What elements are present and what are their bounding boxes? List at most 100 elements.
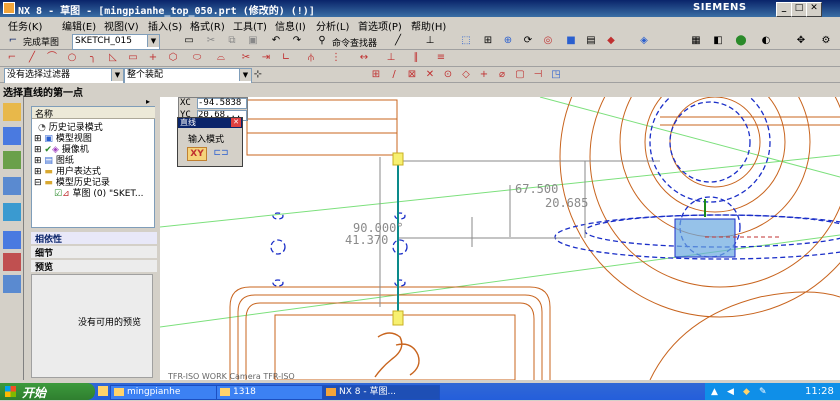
roles-icon[interactable] bbox=[3, 275, 21, 293]
auto-constraint-icon[interactable]: ∥ bbox=[410, 52, 422, 64]
visibility-icon[interactable]: ◧ bbox=[712, 35, 724, 47]
line-tool-icon[interactable]: ╱ bbox=[392, 35, 404, 47]
snap-point-icon[interactable]: + bbox=[478, 69, 490, 81]
line-icon[interactable]: ╱ bbox=[26, 52, 38, 64]
circle-icon[interactable]: ○ bbox=[66, 52, 78, 64]
pattern-icon[interactable]: ⋮ bbox=[330, 52, 342, 64]
close-button[interactable]: ✕ bbox=[806, 2, 822, 17]
system-materials-icon[interactable] bbox=[3, 253, 21, 271]
fit-icon[interactable]: ⊞ bbox=[482, 35, 494, 47]
select-all-icon[interactable]: ⊹ bbox=[252, 69, 264, 81]
offset-icon[interactable]: ⌓ bbox=[215, 52, 227, 64]
paste-icon[interactable]: ▣ bbox=[247, 35, 259, 47]
xy-mode-button[interactable]: XY bbox=[187, 147, 207, 161]
parameter-mode-button[interactable]: ⊏⊐ bbox=[211, 147, 231, 161]
endpoint-marker[interactable] bbox=[392, 310, 404, 326]
shaded-icon[interactable]: ■ bbox=[565, 35, 577, 47]
dimension-icon[interactable]: ↔ bbox=[358, 52, 370, 64]
minimize-button[interactable]: _ bbox=[776, 2, 792, 17]
dimension-text[interactable]: 20.685 bbox=[545, 196, 588, 210]
corner-icon[interactable]: ∟ bbox=[280, 52, 292, 64]
dimension-text[interactable]: 67.500 bbox=[515, 182, 558, 196]
show-constraints-icon[interactable]: ≡ bbox=[435, 52, 447, 64]
render-icon[interactable]: ◆ bbox=[605, 35, 617, 47]
trim-icon[interactable]: ✂ bbox=[240, 52, 252, 64]
menu-insert[interactable]: 插入(S) bbox=[148, 18, 182, 33]
rotate-icon[interactable]: ⟳ bbox=[522, 35, 534, 47]
navigator-pin-icon[interactable]: ▸ bbox=[146, 97, 150, 106]
menu-task[interactable]: 任务(K) bbox=[8, 18, 42, 33]
cut-icon[interactable]: ✂ bbox=[205, 35, 217, 47]
chamfer-icon[interactable]: ◺ bbox=[107, 52, 119, 64]
command-finder-icon[interactable]: ⚲ bbox=[316, 35, 328, 47]
settings-icon[interactable]: ⚙ bbox=[820, 35, 832, 47]
taskbar-item-1318[interactable]: 1318 bbox=[216, 385, 334, 400]
menu-tools[interactable]: 工具(T) bbox=[233, 18, 267, 33]
finish-sketch-icon[interactable]: ⌐ bbox=[7, 35, 19, 47]
snap-tangent-icon[interactable]: ⊣ bbox=[532, 69, 544, 81]
ellipse-icon[interactable]: ⬭ bbox=[191, 52, 203, 64]
menu-edit[interactable]: 编辑(E) bbox=[62, 18, 96, 33]
taskbar-item-mingpianhe[interactable]: mingpianhe bbox=[110, 385, 228, 400]
snap-quadrant-icon[interactable]: ◇ bbox=[460, 69, 472, 81]
start-button[interactable]: 开始 bbox=[0, 383, 95, 400]
snap-bounded-icon[interactable]: ◳ bbox=[550, 69, 562, 81]
section-preview[interactable]: 预览 bbox=[31, 260, 157, 273]
menu-analysis[interactable]: 分析(L) bbox=[316, 18, 349, 33]
arc-icon[interactable]: ⌒ bbox=[46, 52, 58, 64]
input-method-icon[interactable]: ✎ bbox=[759, 387, 767, 397]
xc-input[interactable]: -94.5838 bbox=[197, 98, 247, 109]
volume-icon[interactable]: ◀ bbox=[727, 387, 734, 397]
section-icon[interactable]: ◈ bbox=[638, 35, 650, 47]
redo-icon[interactable]: ↷ bbox=[291, 35, 303, 47]
constraint-navigator-icon[interactable] bbox=[3, 127, 21, 145]
snap-existing-icon[interactable]: ▢ bbox=[514, 69, 526, 81]
taskbar-item-nx[interactable]: NX 8 - 草图... bbox=[322, 385, 440, 400]
part-navigator-icon[interactable] bbox=[3, 151, 21, 169]
reuse-library-icon[interactable] bbox=[3, 177, 21, 195]
maximize-button[interactable]: □ bbox=[791, 2, 807, 17]
quick-launch-icon[interactable] bbox=[98, 386, 108, 396]
tree-header[interactable]: 名称 bbox=[32, 107, 155, 120]
web-browser-icon[interactable] bbox=[3, 203, 21, 221]
view-orient-icon[interactable]: ⬚ bbox=[460, 35, 472, 47]
pan-icon[interactable]: ◎ bbox=[542, 35, 554, 47]
color-icon[interactable]: ⬤ bbox=[735, 35, 747, 47]
profile-icon[interactable]: ⌐ bbox=[6, 52, 18, 64]
snap-center-icon[interactable]: ⊙ bbox=[442, 69, 454, 81]
graphics-window[interactable]: 67.500 20.685 90.000° 41.370 TFR-ISO WOR… bbox=[160, 97, 840, 380]
tree-item-sketch[interactable]: ☑⊿ 草图 (0) "SKET... bbox=[54, 186, 143, 199]
mirror-icon[interactable]: ⫛ bbox=[305, 52, 317, 64]
menu-info[interactable]: 信息(I) bbox=[275, 18, 306, 33]
menu-preferences[interactable]: 首选项(P) bbox=[358, 18, 402, 33]
shield-icon[interactable]: ◆ bbox=[743, 387, 750, 397]
point-icon[interactable]: + bbox=[147, 52, 159, 64]
line-dialog-titlebar[interactable]: 直线 ✕ bbox=[178, 118, 242, 128]
copy-icon[interactable]: ⧉ bbox=[226, 35, 238, 47]
wcs-box[interactable] bbox=[674, 218, 736, 258]
wcs-icon[interactable]: ✥ bbox=[795, 35, 807, 47]
assembly-scope-select[interactable]: 整个装配 ▼ bbox=[124, 68, 252, 84]
extend-icon[interactable]: ⇥ bbox=[260, 52, 272, 64]
section-dependencies[interactable]: 相依性 bbox=[31, 232, 157, 245]
polygon-icon[interactable]: ⬡ bbox=[167, 52, 179, 64]
rectangle-icon[interactable]: ▭ bbox=[127, 52, 139, 64]
history-icon[interactable] bbox=[3, 231, 21, 249]
fillet-icon[interactable]: ╮ bbox=[87, 52, 99, 64]
layer-icon[interactable]: ▦ bbox=[690, 35, 702, 47]
sketch-canvas[interactable]: 67.500 20.685 90.000° 41.370 TFR-ISO WOR… bbox=[160, 97, 840, 380]
assembly-navigator-icon[interactable] bbox=[3, 103, 21, 121]
finish-sketch-button[interactable]: 完成草图 bbox=[23, 35, 59, 48]
collapse-icon[interactable]: ⊟ bbox=[34, 178, 42, 188]
endpoint-marker[interactable] bbox=[392, 152, 404, 166]
snap-icon[interactable]: ⊥ bbox=[424, 35, 436, 47]
close-icon[interactable]: ✕ bbox=[231, 118, 241, 127]
menu-format[interactable]: 格式(R) bbox=[190, 18, 225, 33]
snap-control-icon[interactable]: ⊠ bbox=[406, 69, 418, 81]
menu-help[interactable]: 帮助(H) bbox=[411, 18, 446, 33]
zoom-icon[interactable]: ⊕ bbox=[502, 35, 514, 47]
wireframe-icon[interactable]: ▤ bbox=[585, 35, 597, 47]
snap-endpoint-icon[interactable]: ⊞ bbox=[370, 69, 382, 81]
selection-filter-select[interactable]: 没有选择过滤器 ▼ bbox=[4, 68, 124, 84]
checkbox-icon[interactable]: ☑ bbox=[54, 189, 62, 199]
